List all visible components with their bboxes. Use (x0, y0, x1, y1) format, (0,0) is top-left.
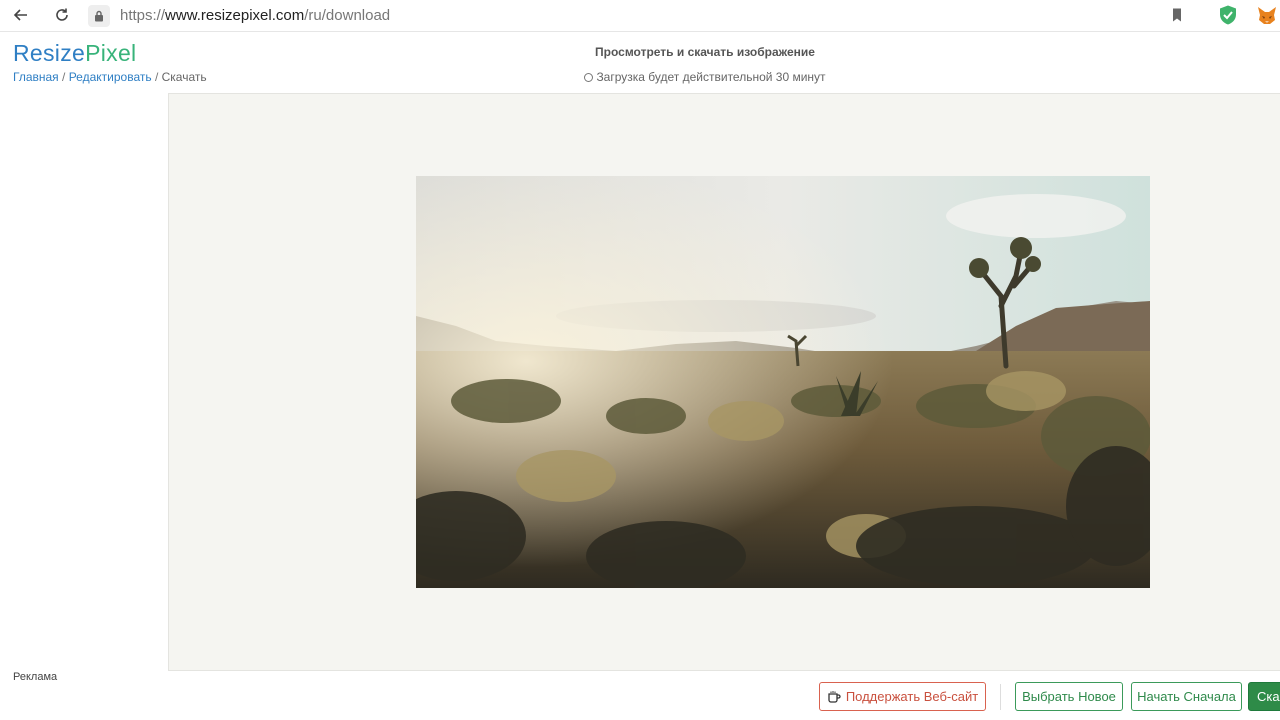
url-path: /ru/download (304, 7, 391, 24)
url-host: www.resizepixel.com (165, 7, 305, 24)
shield-check-icon (1220, 5, 1236, 25)
page-title: Просмотреть и скачать изображение (595, 45, 815, 59)
address-bar[interactable]: https://www.resizepixel.com/ru/download (120, 7, 390, 24)
breadcrumb-home-link[interactable]: Главная (13, 70, 59, 84)
back-button[interactable] (11, 5, 31, 25)
fox-icon (1258, 7, 1276, 24)
site-info-button[interactable] (88, 5, 110, 27)
choose-new-button[interactable]: Выбрать Новое (1015, 682, 1123, 711)
preview-panel (168, 93, 1280, 671)
download-button[interactable]: Скачать (1248, 682, 1280, 711)
breadcrumb-edit-link[interactable]: Редактировать (69, 70, 152, 84)
support-website-button[interactable]: Поддержать Веб-сайт (819, 682, 986, 711)
logo-text-resize: Resize (13, 40, 86, 66)
start-over-button[interactable]: Начать Сначала (1131, 682, 1242, 711)
desert-landscape-photo (416, 176, 1150, 588)
expire-note-text: Загрузка будет действительной 30 минут (596, 70, 826, 84)
extension-shield[interactable] (1217, 4, 1239, 31)
browser-toolbar: https://www.resizepixel.com/ru/download (0, 0, 1280, 32)
preview-image (416, 176, 1150, 588)
coffee-cup-icon (828, 690, 841, 703)
arrow-left-icon (13, 9, 27, 21)
support-website-label: Поддержать Веб-сайт (845, 689, 979, 704)
breadcrumb: Главная / Редактировать / Скачать (13, 70, 207, 84)
breadcrumb-current: Скачать (161, 70, 207, 84)
breadcrumb-separator: / (58, 70, 69, 84)
reload-icon (56, 8, 68, 21)
lock-icon (95, 10, 103, 22)
logo-text-pixel: Pixel (85, 40, 137, 66)
button-divider (1000, 684, 1001, 710)
breadcrumb-separator: / (151, 70, 162, 84)
bookmark-icon (1173, 8, 1181, 22)
expire-note: Загрузка будет действительной 30 минут (560, 70, 850, 84)
reload-button[interactable] (52, 5, 72, 25)
url-scheme: https:// (120, 7, 166, 24)
site-logo[interactable]: ResizePixel (13, 40, 136, 67)
clock-icon (584, 73, 594, 82)
extension-fox[interactable] (1256, 4, 1278, 31)
ad-label: Реклама (13, 671, 58, 683)
bookmark-button[interactable] (1170, 7, 1184, 28)
